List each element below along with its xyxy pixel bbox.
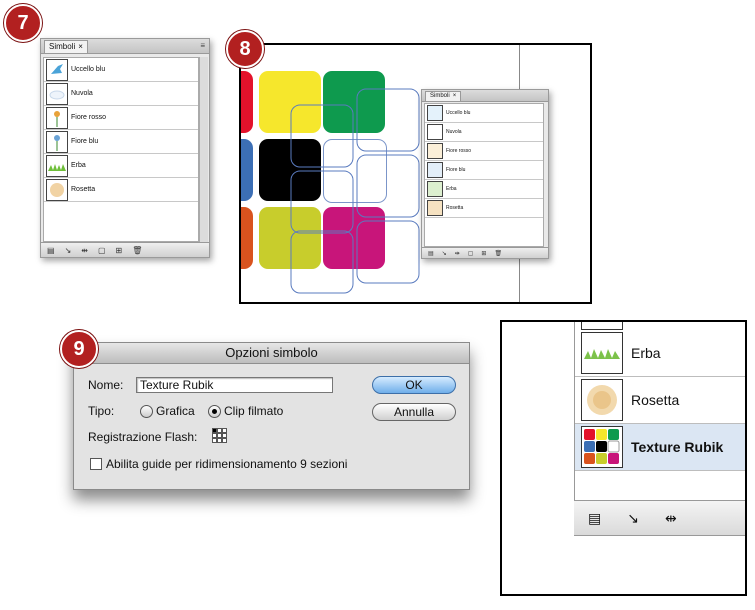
cancel-button[interactable]: Annulla (372, 403, 456, 421)
list-item[interactable]: Erba (44, 154, 198, 178)
red-flower-icon (46, 106, 68, 129)
list-item[interactable]: Uccello blu (44, 58, 198, 82)
list-item[interactable]: Fiore blu (44, 130, 198, 154)
type-label: Tipo: (88, 404, 115, 418)
step-badge-7: 7 (4, 4, 42, 42)
place-symbol-icon[interactable]: ↘ (627, 510, 639, 527)
list-item-label: Texture Rubik (631, 439, 724, 455)
panel-footer: ▤ ↘ ⇹ ▢ ⊞ 🗑 (41, 242, 209, 257)
list-item-label: Fiore blu (71, 138, 99, 145)
break-link-icon[interactable]: ⇹ (455, 250, 460, 257)
dialog-title: Opzioni simbolo (74, 343, 469, 364)
cloud-icon (427, 124, 443, 140)
library-menu-icon[interactable]: ▤ (47, 246, 55, 255)
grass-icon (46, 154, 68, 177)
list-item[interactable]: Uccello blu (425, 104, 543, 123)
list-item-label: Rosetta (446, 205, 464, 211)
rosette-icon (427, 200, 443, 216)
symbol-list: Erba Rosetta Texture Rubik (574, 322, 745, 502)
panel-tab-bar: Simboli × (422, 90, 548, 102)
symbols-panel-small: Simboli × Uccello blu Nuvola Fiore rosso… (421, 89, 549, 259)
new-symbol-icon[interactable]: ⊞ (116, 246, 123, 255)
name-label: Nome: (88, 378, 124, 392)
rubik-texture-icon (581, 426, 623, 468)
nine-slice-label: Abilita guide per ridimensionamento 9 se… (106, 457, 348, 471)
list-item-label: Nuvola (446, 129, 462, 135)
place-symbol-icon[interactable]: ↘ (442, 250, 447, 257)
tab-label: Simboli (430, 93, 450, 99)
nine-slice-checkbox[interactable] (90, 458, 102, 470)
list-item-label: Erba (71, 162, 86, 169)
list-item[interactable]: Fiore blu (425, 161, 543, 180)
break-link-icon[interactable]: ⇹ (81, 246, 88, 255)
step-badge-9: 9 (60, 330, 98, 368)
radio-grafica-label: Grafica (156, 404, 195, 418)
break-link-icon[interactable]: ⇹ (665, 510, 677, 527)
list-item[interactable]: Nuvola (425, 123, 543, 142)
symbol-list: Uccello blu Nuvola Fiore rosso Fiore blu… (43, 57, 199, 242)
list-item-label: Fiore rosso (446, 148, 472, 154)
list-item-label: Fiore rosso (71, 114, 107, 121)
list-item-label: Erba (446, 186, 457, 192)
list-item[interactable]: Erba (425, 180, 543, 199)
panel-menu-icon[interactable]: ≡ (200, 40, 205, 52)
flash-registration-label: Registrazione Flash: (88, 430, 198, 444)
bird-icon (427, 105, 443, 121)
symbol-options-icon[interactable]: ▢ (468, 250, 474, 257)
close-icon[interactable]: × (453, 92, 457, 101)
place-symbol-icon[interactable]: ↘ (65, 246, 72, 255)
symbol-list: Uccello blu Nuvola Fiore rosso Fiore blu… (424, 103, 544, 247)
list-item-selected[interactable]: Texture Rubik (575, 424, 745, 471)
rosette-icon (581, 379, 623, 421)
list-item-label: Uccello blu (446, 110, 471, 116)
panel-tab-bar: Simboli × ≡ (41, 39, 209, 54)
grass-icon (581, 332, 623, 374)
artboard[interactable]: Simboli × Uccello blu Nuvola Fiore rosso… (239, 43, 592, 304)
list-item[interactable]: Fiore rosso (425, 142, 543, 161)
list-item[interactable]: Rosetta (425, 199, 543, 218)
list-item[interactable]: Rosetta (44, 178, 198, 202)
tab-simboli[interactable]: Simboli × (425, 91, 462, 101)
ok-button[interactable]: OK (372, 376, 456, 394)
list-item-label: Rosetta (631, 392, 680, 408)
symbol-options-icon[interactable]: ▢ (98, 246, 106, 255)
blue-flower-icon (427, 162, 443, 178)
delete-symbol-icon[interactable]: 🗑 (132, 246, 142, 255)
symbol-options-dialog: Opzioni simbolo Nome: Texture Rubik OK T… (73, 342, 470, 490)
grass-icon (427, 181, 443, 197)
list-item-label: Nuvola (71, 90, 93, 97)
list-item-label: Erba (631, 345, 661, 361)
delete-symbol-icon[interactable]: 🗑 (494, 250, 502, 257)
bird-icon (46, 58, 68, 81)
list-item-label: Fiore blu (446, 167, 466, 173)
radio-grafica[interactable] (140, 405, 153, 418)
registration-grid[interactable] (212, 428, 227, 443)
list-item-label: Rosetta (71, 186, 96, 193)
partial-thumb (581, 322, 623, 330)
scrollbar[interactable] (199, 57, 208, 242)
zoomed-symbols-panel: Erba Rosetta Texture Rubik ▤ ↘ ⇹ (500, 320, 747, 596)
red-flower-icon (427, 143, 443, 159)
library-menu-icon[interactable]: ▤ (588, 510, 601, 527)
rosette-icon (46, 178, 68, 201)
new-symbol-icon[interactable]: ⊞ (481, 250, 486, 257)
step-badge-8: 8 (226, 30, 264, 68)
list-item[interactable]: Erba (575, 330, 745, 377)
symbols-panel: Simboli × ≡ Uccello blu Nuvola Fiore ros… (40, 38, 210, 258)
panel-footer: ▤ ↘ ⇹ ▢ ⊞ 🗑 (422, 247, 548, 258)
library-menu-icon[interactable]: ▤ (428, 250, 434, 257)
radio-clip-filmato-label: Clip filmato (224, 404, 284, 418)
list-item[interactable]: Rosetta (575, 377, 745, 424)
list-item-label: Uccello blu (71, 66, 106, 73)
tab-label: Simboli (49, 42, 76, 51)
blue-flower-icon (46, 130, 68, 153)
list-item[interactable]: Nuvola (44, 82, 198, 106)
panel-footer: ▤ ↘ ⇹ (574, 500, 745, 536)
close-icon[interactable]: × (78, 41, 83, 53)
name-input[interactable]: Texture Rubik (136, 377, 333, 393)
radio-clip-filmato[interactable] (208, 405, 221, 418)
list-item[interactable]: Fiore rosso (44, 106, 198, 130)
tab-simboli[interactable]: Simboli × (44, 40, 88, 53)
cloud-icon (46, 82, 68, 105)
